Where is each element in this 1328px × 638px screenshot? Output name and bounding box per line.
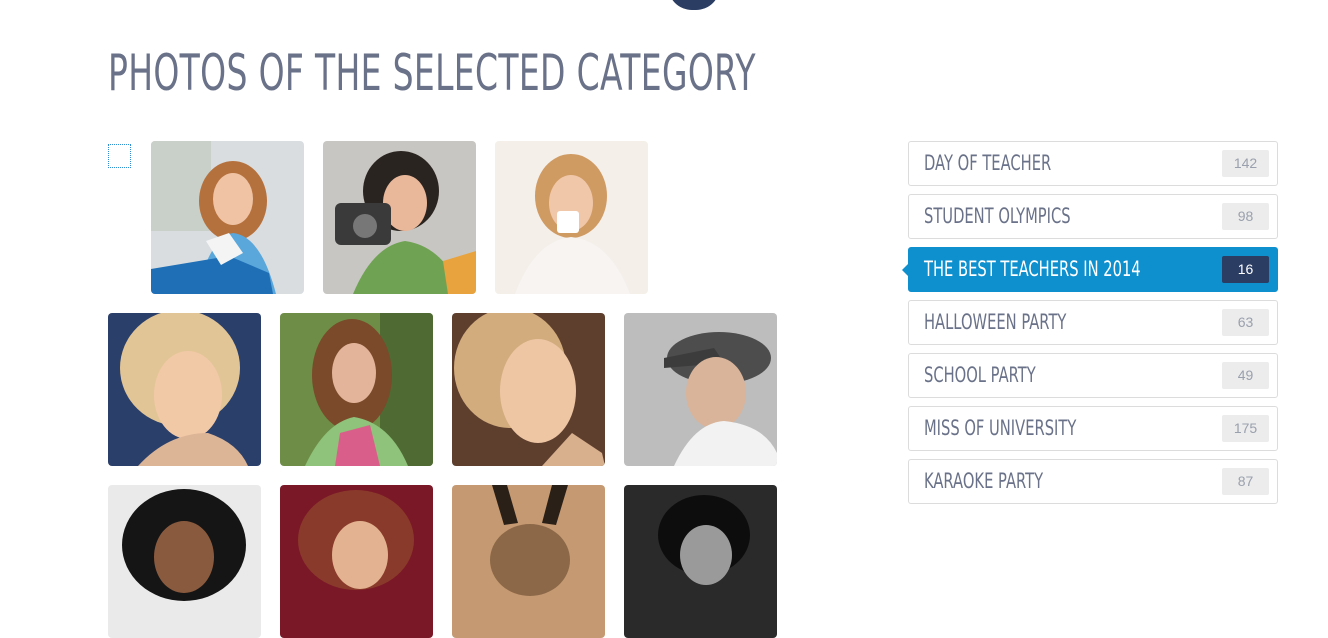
category-count-badge: 142 xyxy=(1222,150,1269,177)
category-count-badge: 16 xyxy=(1222,256,1269,283)
category-label: THE BEST TEACHERS IN 2014 xyxy=(924,257,1141,281)
category-label: KARAOKE PARTY xyxy=(924,469,1044,493)
category-item-school-party[interactable]: SCHOOL PARTY 49 xyxy=(908,353,1278,398)
category-label: STUDENT OLYMPICS xyxy=(924,204,1071,228)
category-label: MISS OF UNIVERSITY xyxy=(924,416,1077,440)
photo-thumb-curly-hair[interactable] xyxy=(108,485,261,638)
photo-thumb-phone-woman[interactable] xyxy=(452,313,605,466)
photo-thumb-cap-man[interactable] xyxy=(624,313,777,466)
photo-thumb-blonde-woman[interactable] xyxy=(108,313,261,466)
photo-thumb-reading-girl[interactable] xyxy=(151,141,304,294)
category-item-student-olympics[interactable]: STUDENT OLYMPICS 98 xyxy=(908,194,1278,239)
category-item-the-best-teachers-in-2014[interactable]: THE BEST TEACHERS IN 2014 16 xyxy=(902,247,1278,292)
photo-thumb-red-hair[interactable] xyxy=(280,485,433,638)
category-item-day-of-teacher[interactable]: DAY OF TEACHER 142 xyxy=(908,141,1278,186)
page-title: PHOTOS OF THE SELECTED CATEGORY xyxy=(108,44,756,102)
photo-thumb-coffee-woman[interactable] xyxy=(495,141,648,294)
category-label: HALLOWEEN PARTY xyxy=(924,310,1067,334)
photo-placeholder-thumb[interactable] xyxy=(108,144,131,168)
category-count-badge: 49 xyxy=(1222,362,1269,389)
category-count-badge: 175 xyxy=(1222,415,1269,442)
category-count-badge: 87 xyxy=(1222,468,1269,495)
category-item-halloween-party[interactable]: HALLOWEEN PARTY 63 xyxy=(908,300,1278,345)
category-count-badge: 63 xyxy=(1222,309,1269,336)
category-label: SCHOOL PARTY xyxy=(924,363,1036,387)
category-count-badge: 98 xyxy=(1222,203,1269,230)
photo-thumb-bw-portrait[interactable] xyxy=(624,485,777,638)
top-shield-icon xyxy=(668,0,720,10)
photo-thumb-drinking-girl[interactable] xyxy=(280,313,433,466)
photo-thumb-camera-girl[interactable] xyxy=(323,141,476,294)
category-label: DAY OF TEACHER xyxy=(924,151,1052,175)
category-item-miss-of-university[interactable]: MISS OF UNIVERSITY 175 xyxy=(908,406,1278,451)
photo-thumb-bunny-ears[interactable] xyxy=(452,485,605,638)
category-item-karaoke-party[interactable]: KARAOKE PARTY 87 xyxy=(908,459,1278,504)
